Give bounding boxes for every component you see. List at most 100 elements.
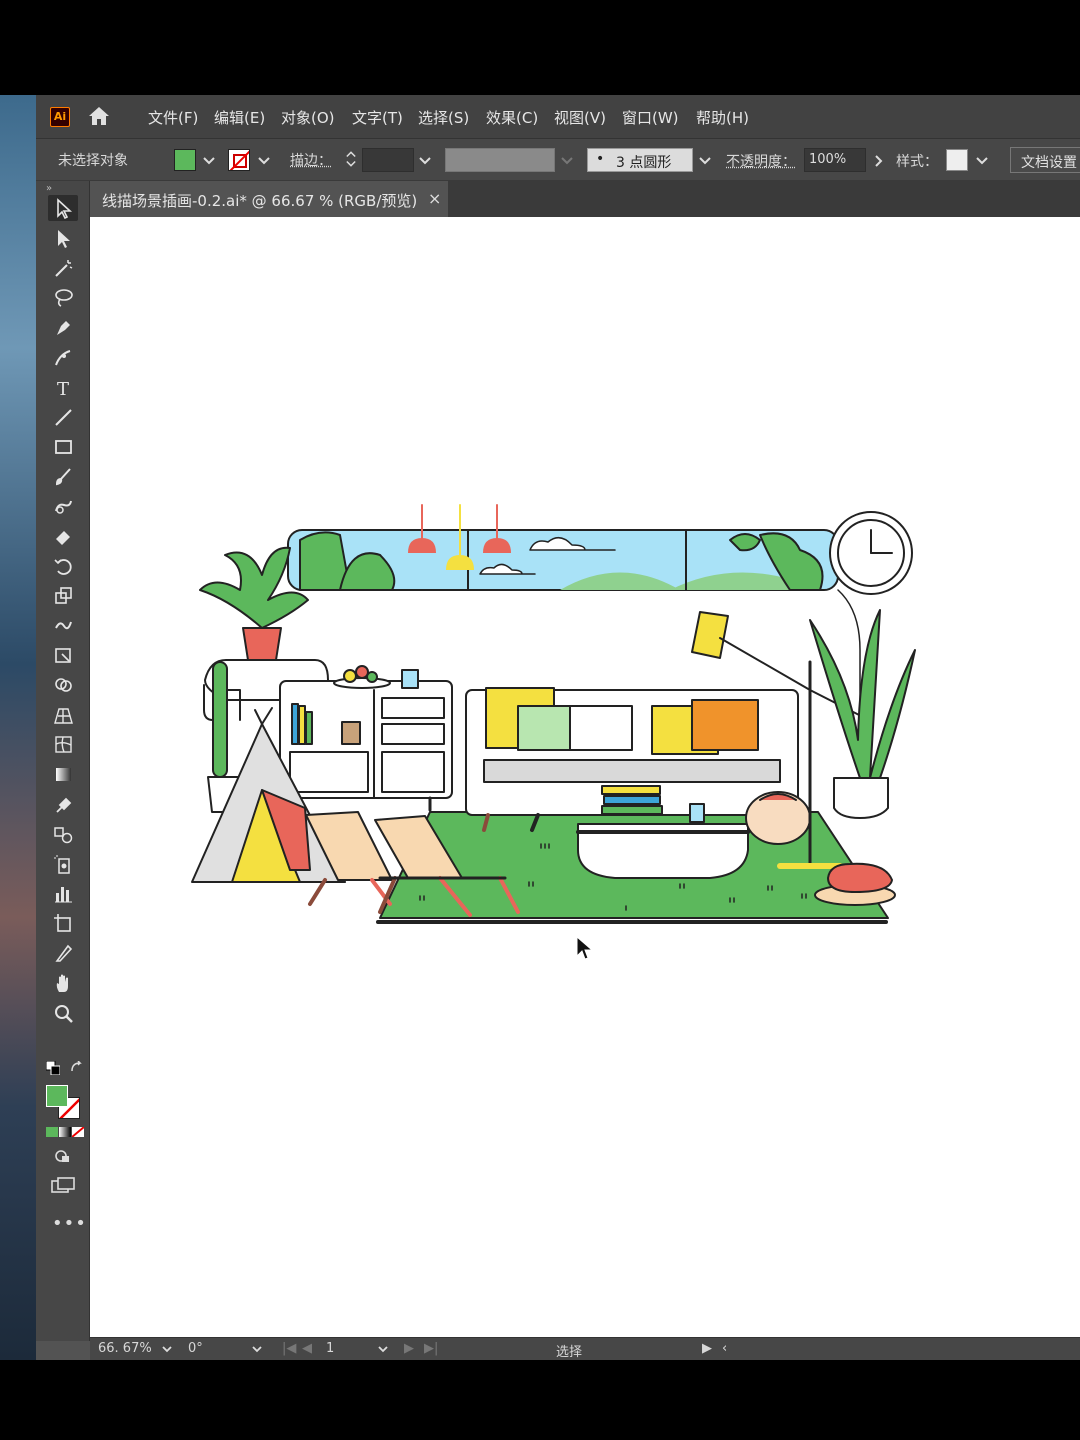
none-mode-icon[interactable] [72, 1127, 84, 1137]
stroke-swatch[interactable] [228, 149, 250, 171]
menu-effect[interactable]: 效果(C) [486, 107, 538, 128]
svg-text:T: T [57, 379, 69, 398]
gradient-tool[interactable] [48, 761, 78, 787]
zoom-tool[interactable] [48, 1000, 78, 1026]
eraser-icon [52, 525, 74, 547]
menu-select[interactable]: 选择(S) [418, 107, 469, 128]
paintbrush-tool[interactable] [48, 463, 78, 489]
background-photo [0, 95, 36, 1360]
blend-tool[interactable] [48, 821, 78, 847]
close-icon[interactable]: × [428, 189, 441, 208]
menu-file[interactable]: 文件(F) [148, 107, 198, 128]
first-artboard-icon[interactable]: |◀ [282, 1341, 296, 1356]
scale-tool[interactable] [48, 582, 78, 608]
menu-edit[interactable]: 编辑(E) [214, 107, 265, 128]
opacity-label[interactable]: 不透明度： [726, 151, 796, 171]
collapse-icon[interactable]: » [46, 183, 52, 194]
chevron-down-icon[interactable] [558, 151, 576, 171]
warp-tool[interactable] [48, 612, 78, 638]
eyedropper-tool[interactable] [48, 791, 78, 817]
artboard-canvas[interactable] [90, 217, 1080, 1337]
prev-artboard-icon[interactable]: ◀ [302, 1341, 312, 1356]
chevron-down-icon[interactable] [416, 151, 434, 171]
brush-definition-select[interactable]: • 3 点圆形 [587, 148, 693, 172]
menu-window[interactable]: 窗口(W) [622, 107, 679, 128]
scale-icon [52, 584, 74, 606]
fill-color-box[interactable] [46, 1085, 68, 1107]
free-transform-tool[interactable] [48, 642, 78, 668]
scroll-left-icon[interactable]: ‹ [722, 1341, 727, 1356]
document-setup-button[interactable]: 文档设置 [1010, 147, 1080, 173]
chevron-down-icon[interactable] [160, 1342, 174, 1356]
lasso-icon [52, 286, 74, 308]
curvature-tool[interactable] [48, 344, 78, 370]
menu-bar: Ai 文件(F) 编辑(E) 对象(O) 文字(T) 选择(S) 效果(C) 视… [36, 95, 1080, 139]
rotate-tool[interactable] [48, 553, 78, 579]
magic-wand-icon [52, 257, 74, 279]
menu-help[interactable]: 帮助(H) [696, 107, 749, 128]
mouse-cursor-icon [576, 936, 594, 962]
chevron-down-icon[interactable] [250, 1342, 264, 1356]
status-bar: 66. 67% 0° |◀ ◀ 1 ▶ ▶| 选择 ▶ ‹ [90, 1337, 1080, 1360]
bullet-icon: • [596, 151, 604, 167]
eraser-tool[interactable] [48, 523, 78, 549]
perspective-grid-tool[interactable] [48, 702, 78, 728]
default-colors-icon[interactable] [46, 1061, 60, 1075]
direct-selection-tool[interactable] [48, 225, 78, 251]
magic-wand-tool[interactable] [48, 255, 78, 281]
stroke-weight-input[interactable] [362, 148, 414, 172]
selection-tool[interactable] [48, 195, 78, 221]
mesh-tool[interactable] [48, 731, 78, 757]
blend-icon [52, 823, 74, 845]
gradient-mode-icon[interactable] [59, 1127, 71, 1137]
symbol-sprayer-icon [52, 853, 74, 875]
last-artboard-icon[interactable]: ▶| [424, 1341, 438, 1356]
menu-object[interactable]: 对象(O) [281, 107, 335, 128]
column-graph-tool[interactable] [48, 880, 78, 906]
chevron-right-icon[interactable] [870, 151, 888, 171]
shape-builder-tool[interactable] [48, 672, 78, 698]
variable-width-profile[interactable] [445, 148, 555, 172]
chevron-down-icon[interactable] [973, 151, 991, 171]
eyedropper-icon [52, 793, 74, 815]
app-logo: Ai [50, 107, 70, 127]
zoom-level[interactable]: 66. 67% [98, 1341, 152, 1356]
fill-swatch[interactable] [174, 149, 196, 171]
paintbrush-icon [52, 465, 74, 487]
color-mode-icon[interactable] [46, 1127, 58, 1137]
document-tab[interactable]: 线描场景插画-0.2.ai* @ 66.67 % (RGB/预览) × [90, 181, 448, 217]
lasso-tool[interactable] [48, 284, 78, 310]
line-tool[interactable] [48, 404, 78, 430]
slice-tool[interactable] [48, 940, 78, 966]
next-artboard-icon[interactable]: ▶ [404, 1341, 414, 1356]
chevron-down-icon[interactable] [376, 1342, 390, 1356]
rectangle-tool[interactable] [48, 433, 78, 459]
chevron-down-icon[interactable] [200, 151, 218, 171]
illustration-artwork[interactable] [90, 217, 1080, 1337]
shaper-tool[interactable] [48, 493, 78, 519]
hand-tool[interactable] [48, 970, 78, 996]
more-tools-icon[interactable]: ••• [52, 1213, 87, 1234]
artboard-tool[interactable] [48, 910, 78, 936]
stroke-stepper-icon[interactable] [342, 149, 360, 169]
symbol-sprayer-tool[interactable] [48, 851, 78, 877]
rectangle-icon [52, 435, 74, 457]
type-tool[interactable]: T [48, 374, 78, 400]
screen-mode-icon[interactable] [51, 1177, 75, 1195]
stroke-label[interactable]: 描边： [290, 150, 332, 170]
menu-view[interactable]: 视图(V) [554, 107, 606, 128]
pen-tool[interactable] [48, 314, 78, 340]
chevron-down-icon[interactable] [696, 151, 714, 171]
status-menu-icon[interactable]: ▶ [702, 1341, 712, 1356]
swap-colors-icon[interactable] [70, 1061, 84, 1075]
menu-type[interactable]: 文字(T) [352, 107, 403, 128]
artboard-number[interactable]: 1 [326, 1341, 334, 1356]
opacity-input[interactable]: 100% [804, 148, 866, 172]
tools-panel: » T ••• [36, 181, 90, 1341]
slice-icon [52, 942, 74, 964]
graphic-style-swatch[interactable] [946, 149, 968, 171]
chevron-down-icon[interactable] [255, 151, 273, 171]
rotation-value[interactable]: 0° [188, 1341, 203, 1356]
draw-mode-icon[interactable] [53, 1147, 73, 1165]
home-icon[interactable] [86, 104, 112, 128]
